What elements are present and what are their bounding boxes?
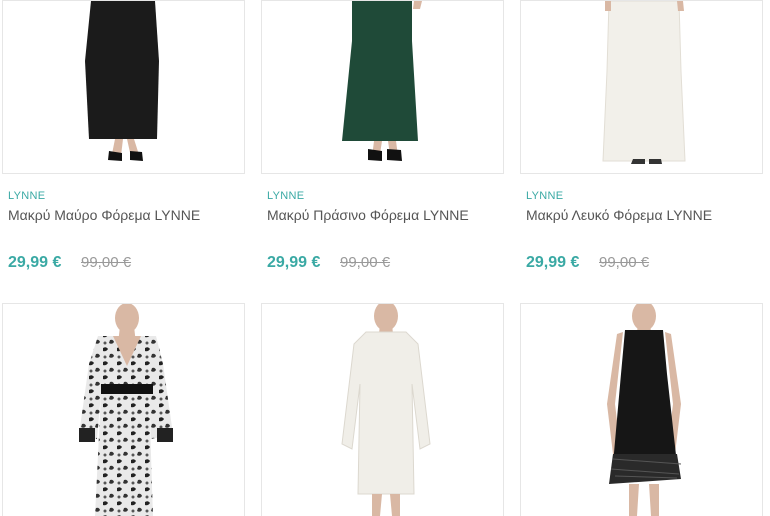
product-image[interactable] bbox=[2, 303, 245, 516]
product-image[interactable] bbox=[520, 0, 763, 174]
product-price: 29,99 € bbox=[526, 254, 580, 271]
white-knit-dress-image bbox=[341, 304, 431, 516]
product-price: 29,99 € bbox=[8, 254, 62, 271]
product-image[interactable] bbox=[261, 303, 504, 516]
product-brand[interactable]: LYNNE bbox=[526, 190, 563, 202]
product-image[interactable] bbox=[261, 0, 504, 174]
product-old-price: 99,00 € bbox=[340, 254, 391, 271]
product-title[interactable]: Μακρύ Πράσινο Φόρεμα LYNNE bbox=[267, 207, 469, 223]
product-brand[interactable]: LYNNE bbox=[267, 190, 304, 202]
product-old-price: 99,00 € bbox=[599, 254, 650, 271]
product-image[interactable] bbox=[520, 303, 763, 516]
black-lace-dress-image bbox=[607, 304, 682, 516]
product-title[interactable]: Μακρύ Λευκό Φόρεμα LYNNE bbox=[526, 207, 712, 223]
product-image[interactable] bbox=[2, 0, 245, 174]
white-maxi-dress-image bbox=[602, 1, 686, 164]
animal-print-dress-image bbox=[79, 304, 173, 516]
black-maxi-dress-image bbox=[85, 1, 159, 161]
product-title[interactable]: Μακρύ Μαύρο Φόρεμα LYNNE bbox=[8, 207, 200, 223]
green-maxi-dress-image bbox=[342, 1, 422, 161]
product-brand[interactable]: LYNNE bbox=[8, 190, 45, 202]
product-old-price: 99,00 € bbox=[81, 254, 132, 271]
product-price: 29,99 € bbox=[267, 254, 321, 271]
